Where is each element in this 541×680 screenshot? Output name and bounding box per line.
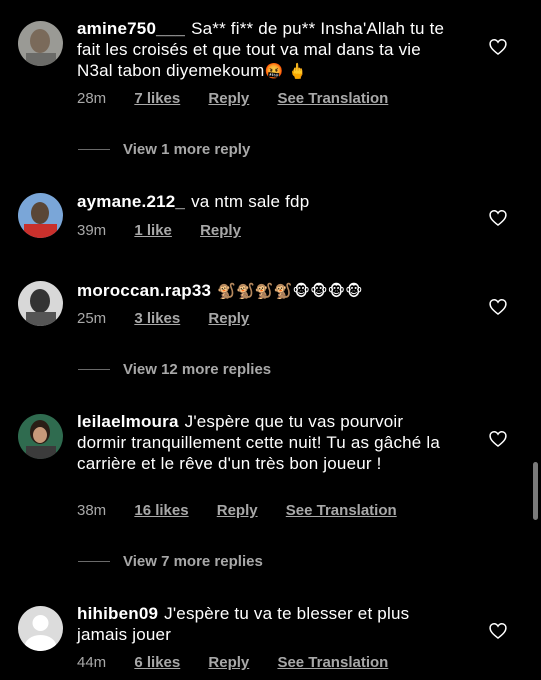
divider (78, 561, 110, 562)
username[interactable]: moroccan.rap33 (77, 281, 211, 300)
divider (78, 149, 110, 150)
likes-link[interactable]: 1 like (134, 222, 172, 239)
view-more-label: View 7 more replies (123, 553, 263, 570)
username[interactable]: leilaelmoura (77, 412, 179, 431)
username[interactable]: amine750___ (77, 19, 185, 38)
likes-link[interactable]: 3 likes (134, 310, 180, 327)
view-more-replies-button[interactable]: View 7 more replies (78, 553, 263, 570)
reply-button[interactable]: Reply (217, 502, 258, 519)
see-translation-button[interactable]: See Translation (277, 654, 388, 671)
comment-emoji: 🤬 🖕 (264, 62, 308, 80)
avatar[interactable] (18, 281, 63, 326)
timestamp: 38m (77, 502, 107, 519)
avatar[interactable] (18, 21, 63, 66)
likes-link[interactable]: 6 likes (134, 654, 180, 671)
username[interactable]: hihiben09 (77, 604, 158, 623)
heart-icon[interactable] (488, 429, 508, 449)
avatar[interactable] (18, 193, 63, 238)
avatar[interactable] (18, 606, 63, 651)
reply-button[interactable]: Reply (208, 310, 249, 327)
timestamp: 28m (77, 90, 107, 107)
see-translation-button[interactable]: See Translation (286, 502, 397, 519)
heart-icon[interactable] (488, 297, 508, 317)
heart-icon[interactable] (488, 208, 508, 228)
comment-emoji: 🐒🐒🐒🐒🐵🐵🐵🐵 (217, 282, 363, 300)
comment-text: va ntm sale fdp (191, 192, 310, 211)
timestamp: 25m (77, 310, 107, 327)
heart-icon[interactable] (488, 621, 508, 641)
username[interactable]: aymane.212_ (77, 192, 185, 211)
scrollbar[interactable] (533, 462, 538, 520)
avatar[interactable] (18, 414, 63, 459)
likes-link[interactable]: 16 likes (134, 502, 188, 519)
divider (78, 369, 110, 370)
reply-button[interactable]: Reply (208, 90, 249, 107)
view-more-replies-button[interactable]: View 12 more replies (78, 361, 271, 378)
reply-button[interactable]: Reply (200, 222, 241, 239)
timestamp: 39m (77, 222, 107, 239)
heart-icon[interactable] (488, 37, 508, 57)
view-more-label: View 12 more replies (123, 361, 272, 378)
see-translation-button[interactable]: See Translation (277, 90, 388, 107)
view-more-label: View 1 more reply (123, 141, 251, 158)
view-more-replies-button[interactable]: View 1 more reply (78, 141, 250, 158)
timestamp: 44m (77, 654, 107, 671)
likes-link[interactable]: 7 likes (134, 90, 180, 107)
reply-button[interactable]: Reply (208, 654, 249, 671)
